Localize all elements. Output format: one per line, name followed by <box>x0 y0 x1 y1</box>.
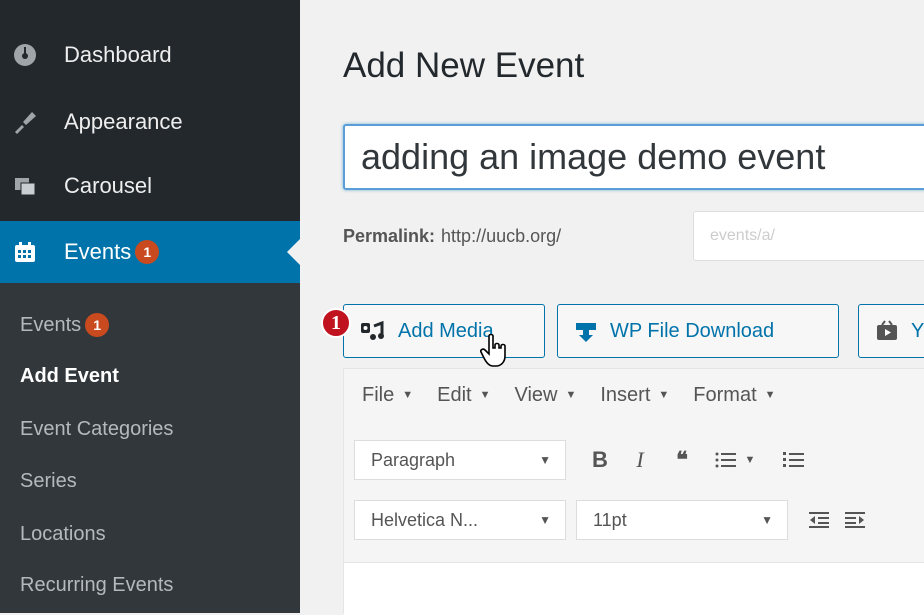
numbered-list-icon[interactable] <box>774 440 814 480</box>
sidebar-item-label: Dashboard <box>64 42 172 67</box>
format-select-value: Paragraph <box>371 449 456 470</box>
sidebar-item-label: Appearance <box>64 109 183 134</box>
sidebar-item-label: Carousel <box>64 173 153 198</box>
chevron-down-icon: ▼ <box>479 389 491 401</box>
indent-icon[interactable] <box>840 500 870 540</box>
chevron-down-icon: ▼ <box>764 389 776 401</box>
italic-icon[interactable]: I <box>622 440 658 480</box>
font-family-select[interactable]: Helvetica N... ▼ <box>354 500 566 540</box>
submenu-item-series[interactable]: Series <box>20 466 77 496</box>
admin-sidebar: Dashboard Appearance Carousel Events 1 E… <box>0 0 300 613</box>
submenu-item-events[interactable]: Events 1 <box>20 310 110 340</box>
chevron-down-icon: ▼ <box>744 454 756 466</box>
menu-label: Insert <box>600 383 651 406</box>
editor-menubar: File ▼ Edit ▼ View ▼ Insert ▼ Format ▼ <box>344 369 924 421</box>
sidebar-item-dashboard[interactable]: Dashboard <box>0 27 300 83</box>
chevron-down-icon: ▼ <box>402 389 414 401</box>
menu-label: Edit <box>437 383 472 406</box>
dashboard-icon <box>12 42 38 68</box>
bold-icon[interactable]: B <box>582 440 618 480</box>
download-icon <box>574 319 598 343</box>
submenu-item-event-categories[interactable]: Event Categories <box>20 414 173 444</box>
editor-toolbar-row-2: Helvetica N... ▼ 11pt ▼ <box>344 495 924 545</box>
font-family-select-value: Helvetica N... <box>371 509 479 530</box>
blockquote-icon[interactable]: ❝ <box>664 440 700 480</box>
main-content: Add New Event adding an image demo event… <box>300 0 924 615</box>
sidebar-item-appearance[interactable]: Appearance <box>0 94 300 150</box>
font-size-select-value: 11pt <box>593 509 627 530</box>
chevron-down-icon: ▼ <box>658 389 670 401</box>
events-submenu: Events 1 Add Event Event Categories Seri… <box>0 283 300 613</box>
events-count-badge: 1 <box>85 313 110 337</box>
editor-toolbar-row-1: Paragraph ▼ B I ❝ ▼ <box>344 435 924 485</box>
menu-label: Format <box>693 383 757 406</box>
chevron-down-icon: ▼ <box>565 389 577 401</box>
permalink-label: Permalink: <box>343 226 436 246</box>
add-media-button[interactable]: Add Media <box>343 304 545 358</box>
chevron-down-icon: ▼ <box>539 453 551 467</box>
chevron-down-icon: ▼ <box>539 513 551 527</box>
paintbrush-icon <box>12 109 38 135</box>
page-title: Add New Event <box>343 46 585 85</box>
menu-format[interactable]: Format ▼ <box>693 384 775 407</box>
third-button-label: Y <box>911 319 924 342</box>
sidebar-item-events[interactable]: Events 1 <box>0 221 300 283</box>
menu-edit[interactable]: Edit ▼ <box>437 384 490 407</box>
calendar-icon <box>12 239 38 265</box>
editor-content-area[interactable] <box>344 562 924 615</box>
menu-label: File <box>362 383 395 406</box>
embed-video-button[interactable]: Y <box>858 304 924 358</box>
rich-text-editor: File ▼ Edit ▼ View ▼ Insert ▼ Format ▼ Paragr… <box>343 368 924 615</box>
wp-file-download-button[interactable]: WP File Download <box>557 304 839 358</box>
active-menu-arrow <box>287 239 300 265</box>
sidebar-item-carousel[interactable]: Carousel <box>0 158 300 214</box>
permalink-row: Permalink: http://uucb.org/ <box>343 226 561 247</box>
post-title-input[interactable]: adding an image demo event <box>343 124 924 190</box>
submenu-item-locations[interactable]: Locations <box>20 519 106 549</box>
media-icon <box>360 320 386 342</box>
permalink-base-url: http://uucb.org/ <box>441 226 562 246</box>
submenu-item-add-event[interactable]: Add Event <box>20 361 119 391</box>
chevron-down-icon: ▼ <box>761 513 773 527</box>
menu-insert[interactable]: Insert ▼ <box>600 384 669 407</box>
outdent-icon[interactable] <box>804 500 834 540</box>
carousel-icon <box>12 173 38 199</box>
step-marker-badge: 1 <box>321 308 351 338</box>
menu-view[interactable]: View ▼ <box>514 384 576 407</box>
submenu-item-recurring-events[interactable]: Recurring Events <box>20 570 173 600</box>
permalink-slug-input[interactable]: events/a/ <box>693 211 924 261</box>
menu-file[interactable]: File ▼ <box>362 384 413 407</box>
events-count-badge: 1 <box>135 240 160 264</box>
font-size-select[interactable]: 11pt ▼ <box>576 500 788 540</box>
wp-file-download-label: WP File Download <box>610 319 775 342</box>
bullet-list-icon[interactable]: ▼ <box>710 440 760 480</box>
format-select[interactable]: Paragraph ▼ <box>354 440 566 480</box>
video-icon <box>875 319 899 343</box>
sidebar-item-label: Events <box>64 239 132 264</box>
submenu-item-label: Events <box>20 313 82 336</box>
menu-label: View <box>514 383 558 406</box>
